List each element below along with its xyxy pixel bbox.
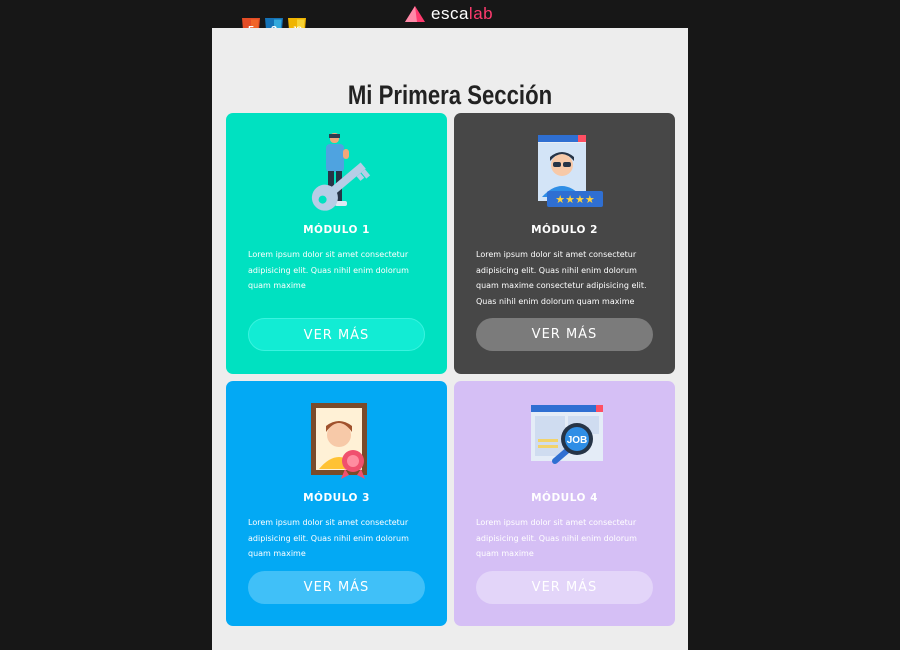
- rated-profile-icon: ★★★★: [454, 131, 675, 213]
- module-card-4: JOB MÓDULO 4 Lorem ipsum dolor sit amet …: [454, 381, 675, 626]
- ver-mas-button[interactable]: VER MÁS: [476, 571, 653, 604]
- brand-name: escalab: [431, 4, 494, 23]
- module-description: Lorem ipsum dolor sit amet consectetur a…: [476, 518, 637, 558]
- module-description: Lorem ipsum dolor sit amet consectetur a…: [476, 250, 647, 306]
- ver-mas-button[interactable]: VER MÁS: [476, 318, 653, 351]
- escalab-logo-icon: [405, 6, 425, 22]
- ver-mas-button[interactable]: VER MÁS: [248, 571, 425, 604]
- module-description: Lorem ipsum dolor sit amet consectetur a…: [248, 250, 409, 290]
- module-description: Lorem ipsum dolor sit amet consectetur a…: [248, 518, 409, 558]
- ver-mas-button[interactable]: VER MÁS: [248, 318, 425, 351]
- module-title: MÓDULO 1: [303, 224, 370, 236]
- module-card-3: MÓDULO 3 Lorem ipsum dolor sit amet cons…: [226, 381, 447, 626]
- module-title: MÓDULO 4: [531, 492, 598, 504]
- brand-logo[interactable]: escalab: [404, 4, 493, 24]
- section-title: Mi Primera Sección: [347, 80, 553, 110]
- module-card-1: MÓDULO 1 Lorem ipsum dolor sit amet cons…: [226, 113, 447, 374]
- module-title: MÓDULO 3: [303, 492, 370, 504]
- content-panel: Mi Primera Sección MÓDULO 1 Lorem ipsum …: [212, 28, 688, 650]
- key-person-icon: [226, 131, 447, 213]
- module-title: MÓDULO 2: [531, 224, 598, 236]
- module-card-2: ★★★★ MÓDULO 2 Lorem ipsum dolor sit amet…: [454, 113, 675, 374]
- award-portrait-icon: [226, 399, 447, 481]
- svg-text:★★★★: ★★★★: [555, 193, 595, 206]
- svg-text:JOB: JOB: [566, 435, 587, 446]
- job-search-icon: JOB: [454, 399, 675, 481]
